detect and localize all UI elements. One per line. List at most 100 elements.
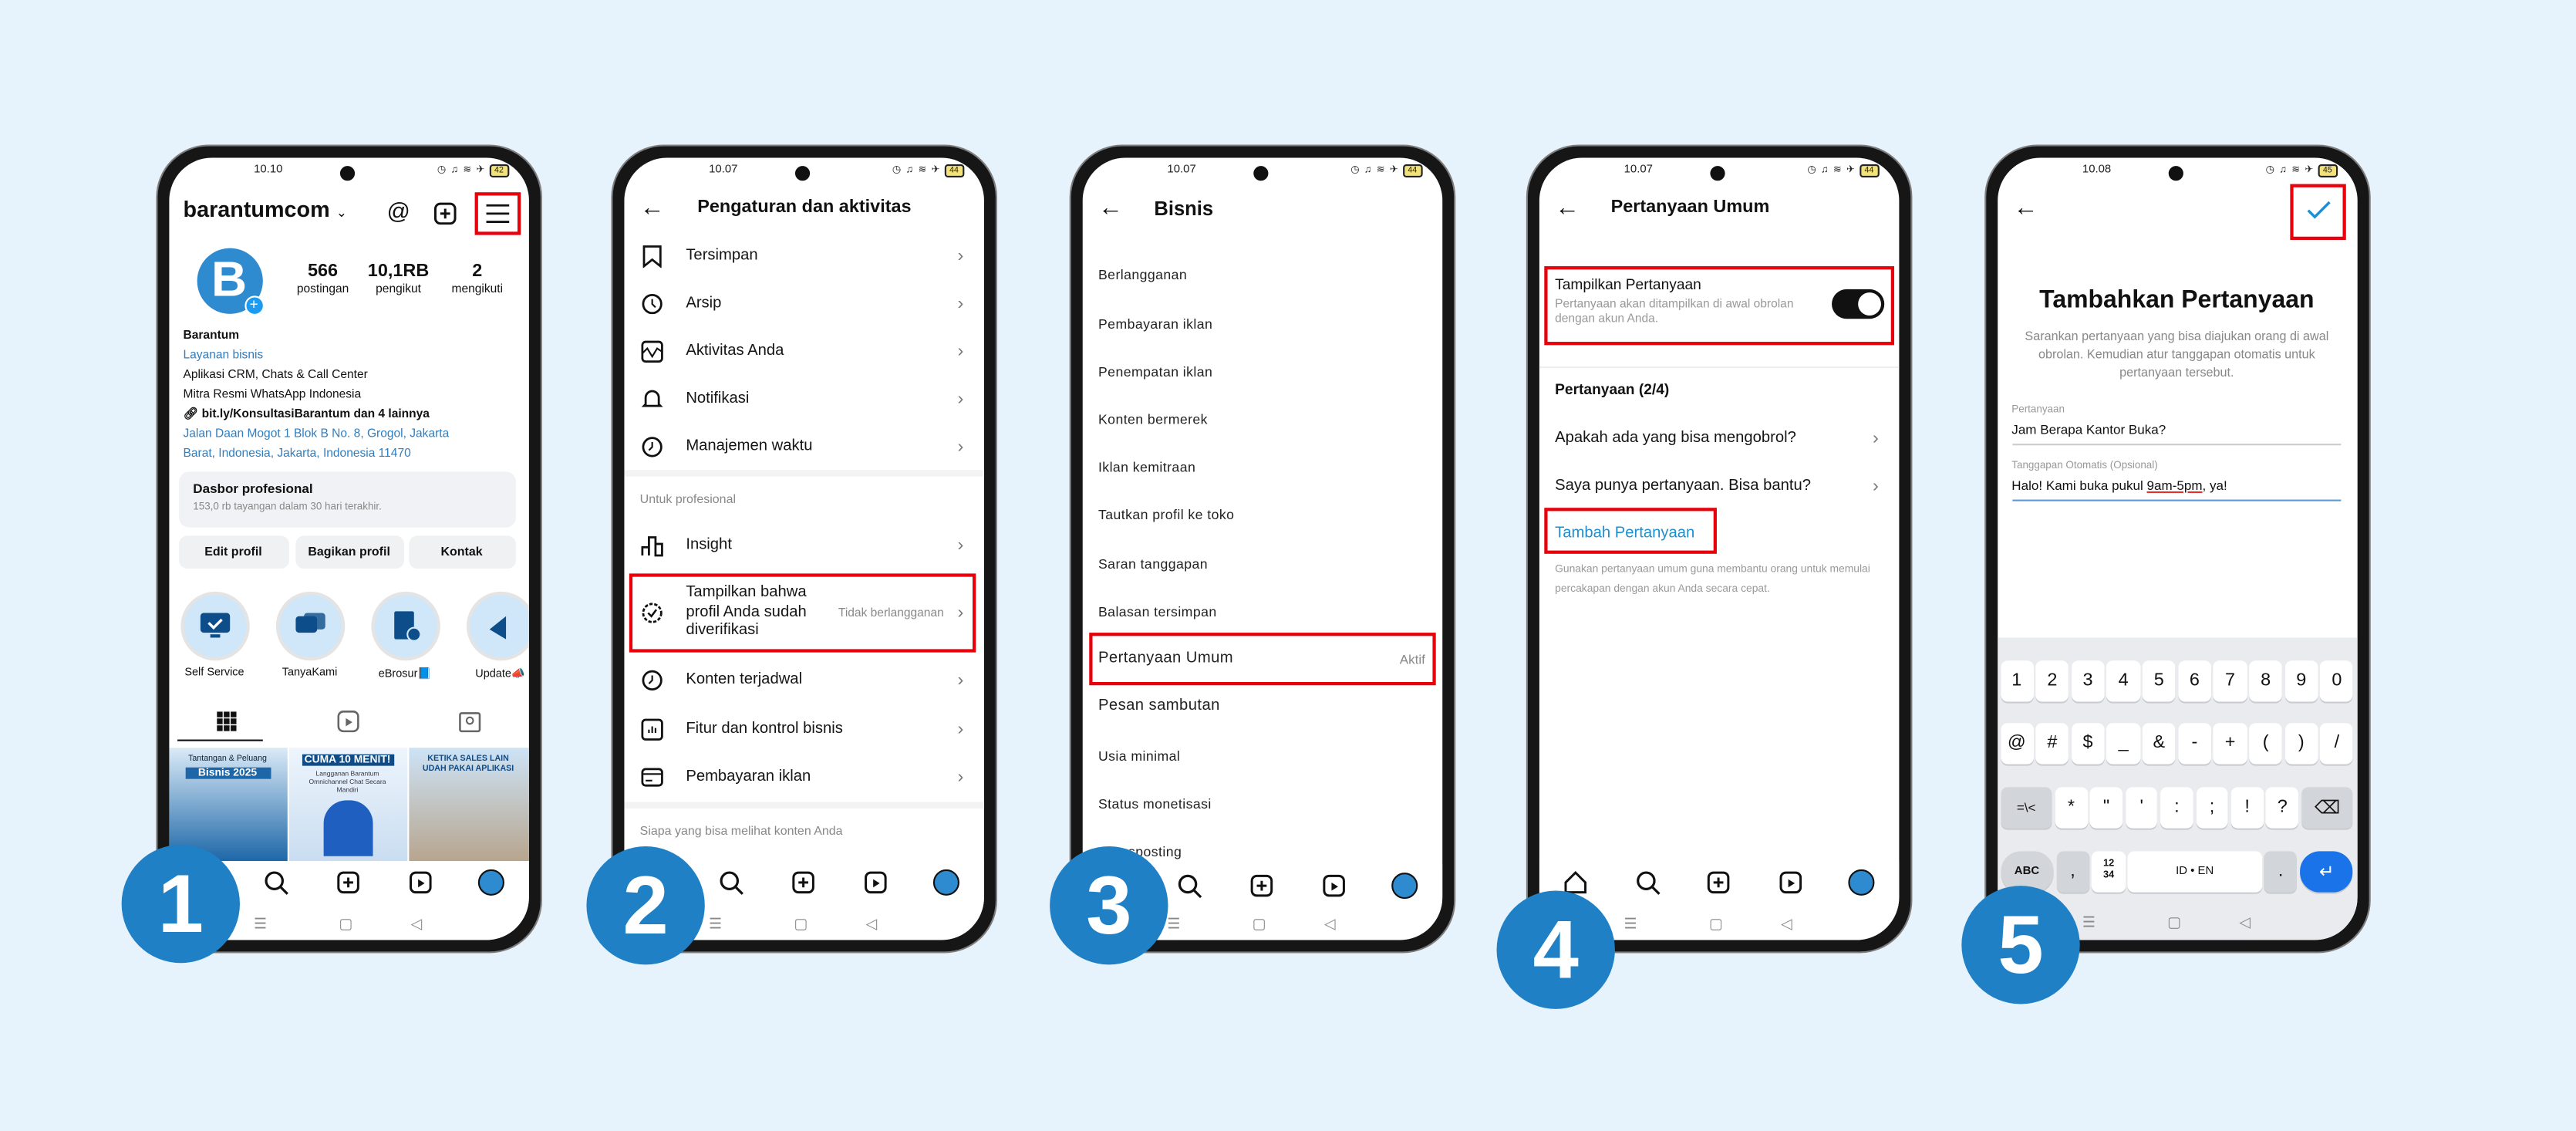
profile-avatar-icon[interactable]	[1391, 872, 1418, 899]
key[interactable]: 2	[2035, 660, 2069, 701]
highlight-self-service[interactable]	[180, 590, 249, 660]
reels-icon[interactable]	[861, 869, 888, 895]
menu-item[interactable]: Status monetisasi	[1098, 795, 1212, 811]
menu-item[interactable]: Pembayaran iklan	[1098, 315, 1212, 331]
home-button-icon[interactable]: ▢	[1709, 914, 1723, 932]
reels-icon[interactable]	[1320, 872, 1347, 898]
menu-item[interactable]: Usia minimal	[1098, 747, 1180, 763]
highlight-update[interactable]	[465, 590, 528, 660]
share-profile-button[interactable]: Bagikan profil	[295, 535, 403, 568]
period-key[interactable]: .	[2264, 850, 2298, 892]
menu-item-pembayaran-iklan[interactable]: Pembayaran iklan ›	[623, 757, 983, 796]
bio-link[interactable]: 🔗︎ bit.ly/KonsultasiBarantum dan 4 lainn…	[184, 403, 430, 424]
profile-avatar-icon[interactable]	[477, 868, 504, 895]
stat-posts[interactable]: 566 postingan	[290, 261, 356, 295]
key[interactable]: _	[2106, 722, 2140, 764]
more-symbols-key[interactable]: =\<	[2000, 786, 2052, 828]
back-icon[interactable]: ◁	[866, 914, 878, 932]
recents-icon[interactable]: ☰	[1624, 914, 1637, 932]
contact-button[interactable]: Kontak	[408, 535, 515, 568]
post-tile[interactable]: CUMA 10 MENIT! Langganan Barantum Omnicha…	[288, 747, 407, 861]
spellcheck-word[interactable]: 9am-5pm	[2147, 478, 2203, 492]
enter-key[interactable]: ↵	[2300, 850, 2354, 892]
menu-item-insight[interactable]: Insight ›	[623, 525, 983, 565]
address-line[interactable]: Barat, Indonesia, Jakarta, Indonesia 114…	[184, 443, 411, 463]
key[interactable]: 5	[2142, 660, 2176, 701]
reels-tab-icon[interactable]	[336, 709, 359, 732]
recents-icon[interactable]: ☰	[709, 914, 722, 932]
back-arrow-icon[interactable]: ←	[2013, 193, 2038, 221]
back-arrow-icon[interactable]: ←	[1555, 193, 1580, 221]
comma-key[interactable]: ,	[2055, 850, 2090, 892]
question-item[interactable]: Saya punya pertanyaan. Bisa bantu? ›	[1539, 466, 1898, 505]
threads-icon[interactable]: @	[387, 197, 410, 223]
menu-item-notifikasi[interactable]: Notifikasi ›	[623, 379, 983, 418]
highlight-tanyakami[interactable]	[275, 590, 345, 660]
key[interactable]: 3	[2071, 660, 2105, 701]
menu-item[interactable]: Pesan sambutan	[1098, 696, 1220, 714]
key[interactable]: (	[2249, 722, 2283, 764]
reply-input[interactable]: Halo! Kami buka pukul 9am-5pm, ya!	[2011, 478, 2341, 501]
key[interactable]: -	[2178, 722, 2211, 764]
profile-avatar-icon[interactable]	[1847, 868, 1874, 895]
back-icon[interactable]: ◁	[411, 914, 423, 932]
recents-icon[interactable]: ☰	[254, 914, 267, 932]
home-button-icon[interactable]: ▢	[339, 914, 352, 932]
key[interactable]: 6	[2178, 660, 2211, 701]
recents-icon[interactable]: ☰	[2082, 913, 2096, 930]
search-icon[interactable]	[1634, 869, 1660, 895]
search-icon[interactable]	[1175, 872, 1202, 898]
key[interactable]: 0	[2320, 660, 2354, 701]
key[interactable]: #	[2035, 722, 2069, 764]
menu-item[interactable]: Penempatan iklan	[1098, 363, 1212, 379]
menu-item[interactable]: Tautkan profil ke toko	[1098, 505, 1234, 522]
account-switcher[interactable]: barantumcom ⌄	[184, 197, 347, 221]
search-icon[interactable]	[262, 869, 288, 895]
back-arrow-icon[interactable]: ←	[1098, 193, 1123, 221]
create-icon[interactable]	[790, 869, 816, 895]
create-icon[interactable]	[334, 869, 360, 895]
key[interactable]: 7	[2214, 660, 2247, 701]
menu-item-konten-terjadwal[interactable]: Konten terjadwal ›	[623, 660, 983, 699]
menu-item-aktivitas[interactable]: Aktivitas Anda ›	[623, 331, 983, 370]
menu-item[interactable]: Konten bermerek	[1098, 410, 1208, 426]
reels-icon[interactable]	[1777, 869, 1803, 895]
highlight-ebrosur[interactable]	[370, 590, 440, 660]
home-button-icon[interactable]: ▢	[2167, 913, 2181, 930]
profile-avatar-icon[interactable]	[932, 868, 959, 895]
back-arrow-icon[interactable]: ←	[640, 193, 665, 221]
create-icon[interactable]	[1704, 869, 1731, 895]
grid-tab-icon[interactable]	[216, 711, 236, 731]
menu-item[interactable]: Iklan kemitraan	[1098, 457, 1195, 474]
key[interactable]: 8	[2249, 660, 2283, 701]
edit-profile-button[interactable]: Edit profil	[178, 535, 288, 568]
key[interactable]: 4	[2106, 660, 2140, 701]
key[interactable]: )	[2284, 722, 2318, 764]
back-icon[interactable]: ◁	[1324, 914, 1336, 932]
back-icon[interactable]: ◁	[2239, 913, 2251, 930]
post-tile[interactable]: Tantangan & Peluang Bisnis 2025	[168, 747, 287, 861]
home-button-icon[interactable]: ▢	[794, 914, 808, 932]
key[interactable]: "	[2089, 786, 2123, 828]
menu-item-arsip[interactable]: Arsip ›	[623, 283, 983, 322]
menu-item-manajemen-waktu[interactable]: Manajemen waktu ›	[623, 427, 983, 466]
key[interactable]: '	[2125, 786, 2158, 828]
key[interactable]: 9	[2284, 660, 2318, 701]
search-icon[interactable]	[717, 869, 743, 895]
stat-followers[interactable]: 10,1RB pengikut	[362, 261, 435, 295]
menu-item[interactable]: Saran tanggapan	[1098, 555, 1208, 571]
reels-icon[interactable]	[406, 869, 433, 895]
menu-item[interactable]: Berlangganan	[1098, 265, 1187, 282]
numpad-key[interactable]: 12 34	[2092, 850, 2126, 892]
add-story-icon[interactable]: +	[244, 295, 264, 315]
create-icon[interactable]	[1248, 872, 1274, 898]
new-post-icon[interactable]	[433, 201, 456, 225]
space-key[interactable]: ID • EN	[2128, 850, 2262, 892]
stat-following[interactable]: 2 mengikuti	[441, 261, 514, 295]
key[interactable]: *	[2055, 786, 2088, 828]
menu-item[interactable]: Balasan tersimpan	[1098, 603, 1217, 619]
key[interactable]: /	[2320, 722, 2354, 764]
key[interactable]: :	[2160, 786, 2193, 828]
recents-icon[interactable]: ☰	[1167, 914, 1180, 932]
tagged-tab-icon[interactable]	[457, 709, 480, 732]
